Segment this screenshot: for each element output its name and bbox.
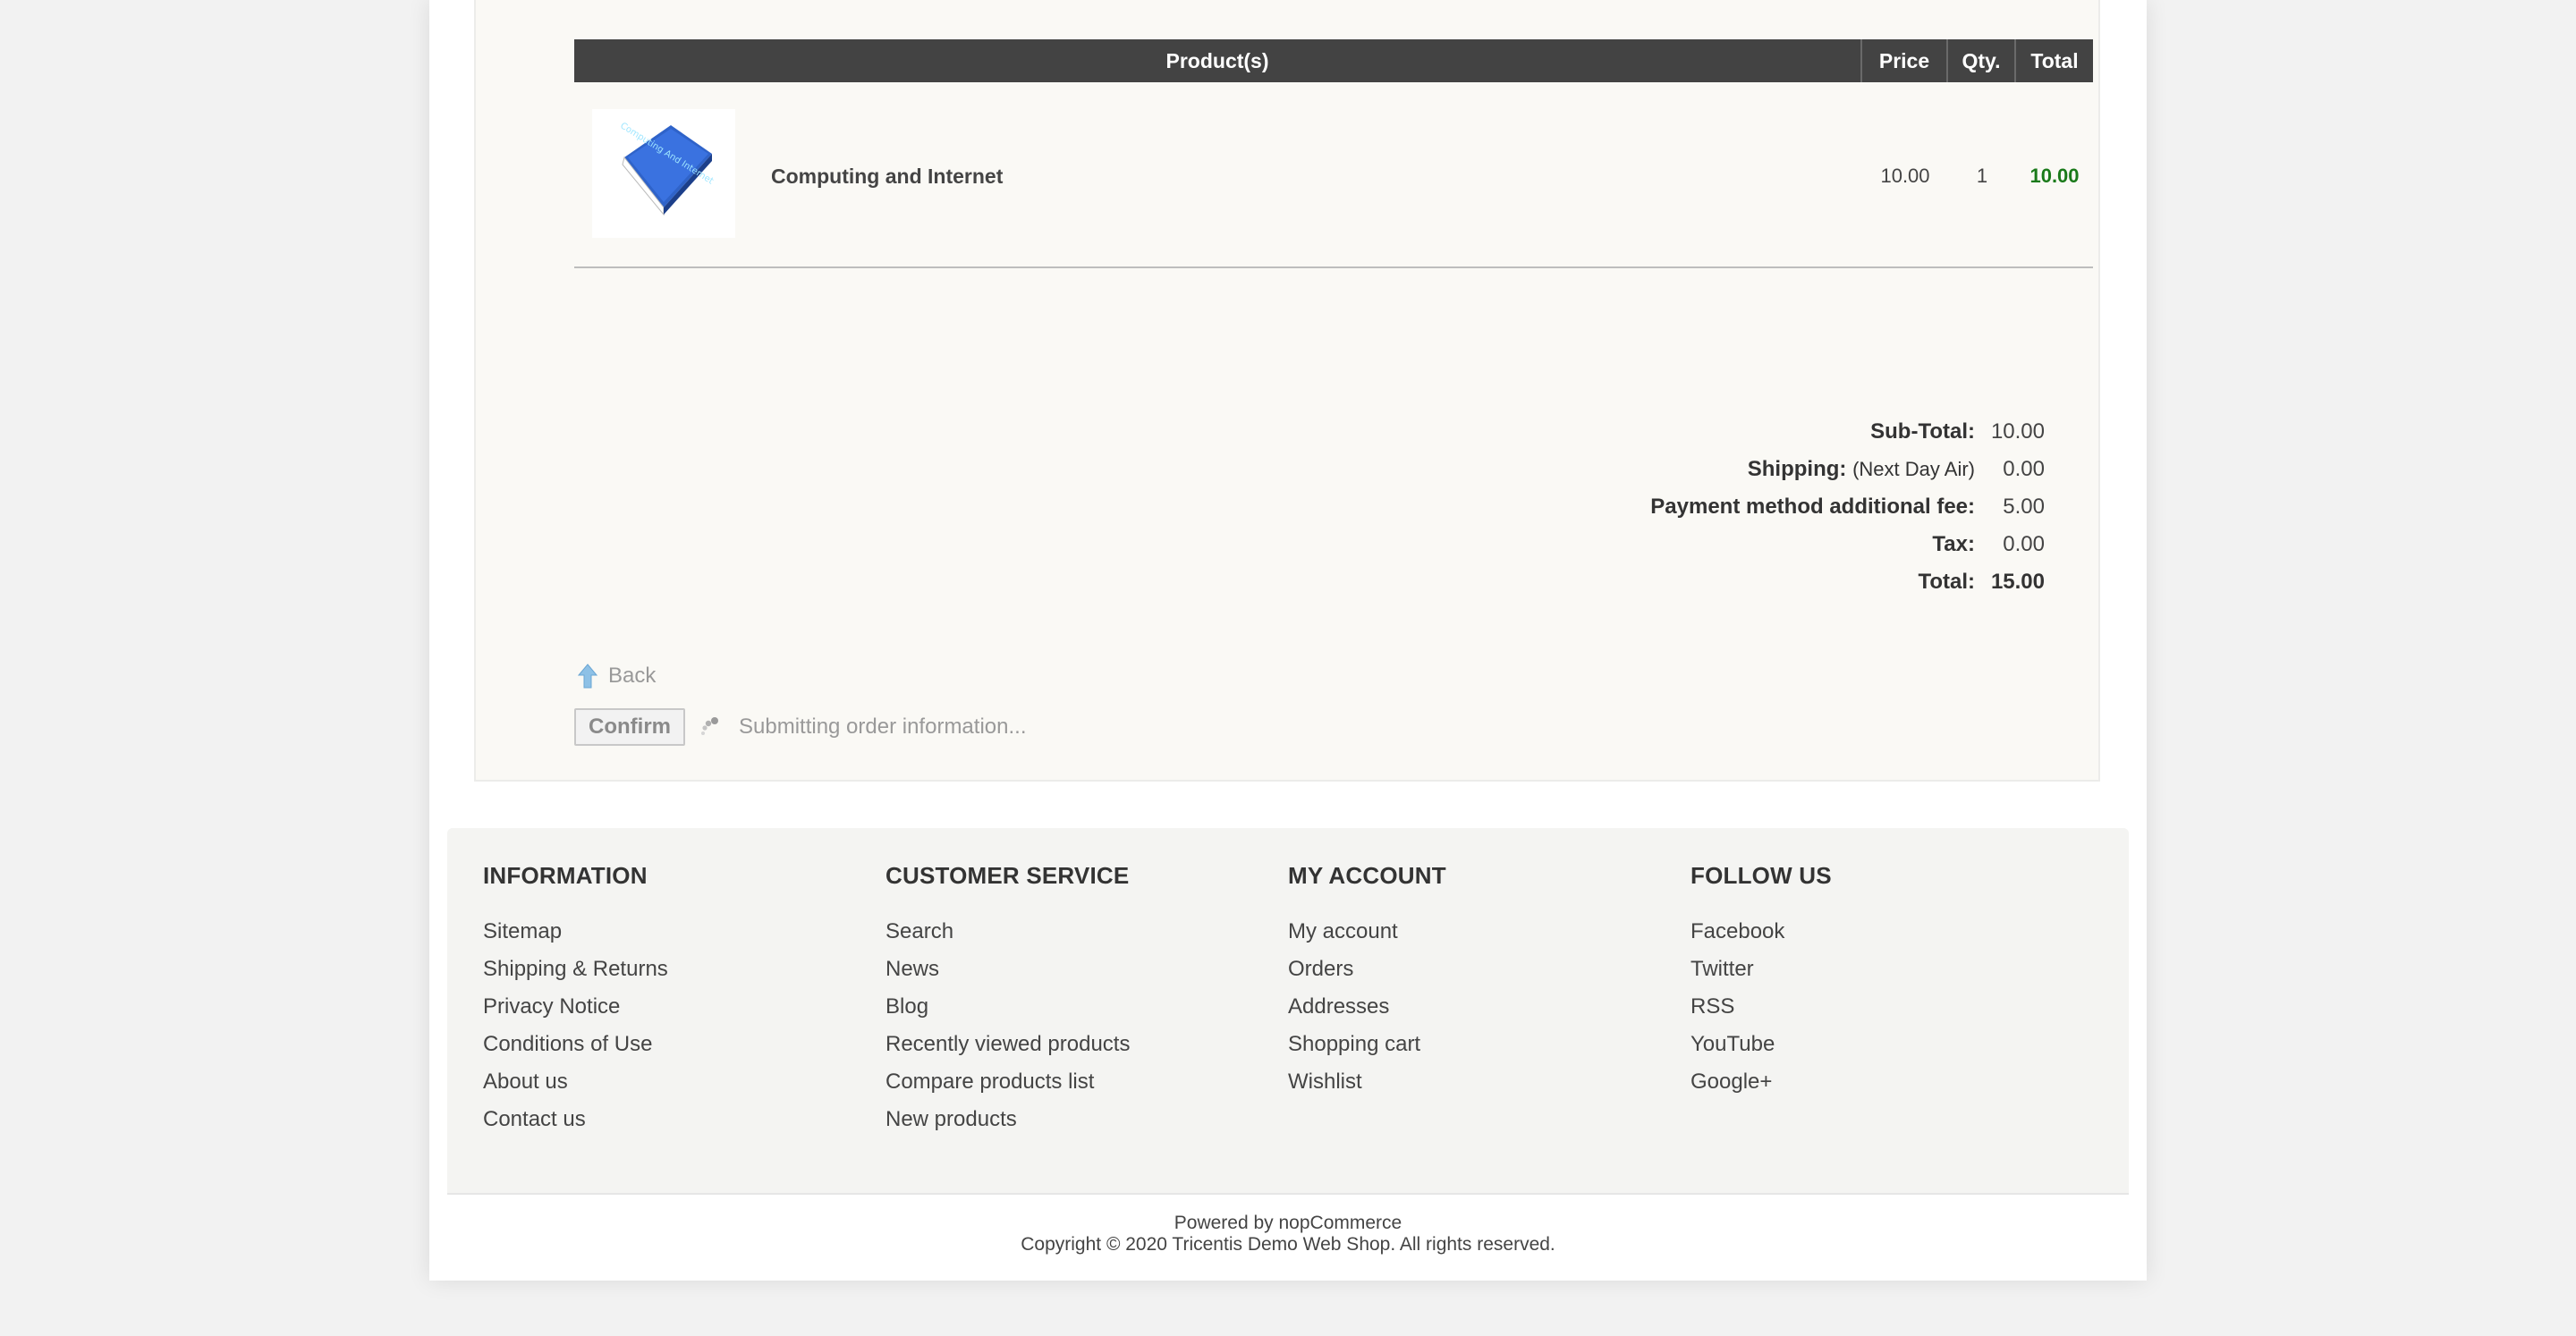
product-total: 10.00	[2029, 165, 2080, 187]
shipping-value: 0.00	[2003, 457, 2045, 481]
footer-link-conditions[interactable]: Conditions of Use	[483, 1026, 668, 1063]
product-price: 10.00	[1880, 165, 1930, 187]
copyright: Copyright © 2020 Tricentis Demo Web Shop…	[1021, 1234, 1555, 1255]
fee-row: Payment method additional fee: 5.00	[1650, 488, 2045, 526]
footer-link-twitter[interactable]: Twitter	[1690, 951, 1832, 988]
footer-heading: MY ACCOUNT	[1288, 862, 1446, 889]
footer-column-information: INFORMATION Sitemap Shipping & Returns P…	[483, 862, 668, 1138]
loading-spinner-icon	[701, 717, 718, 735]
page-container: Product(s) Price Qty. Total Computing An…	[429, 0, 2147, 1281]
tax-row: Tax: 0.00	[1650, 526, 2045, 563]
footer-link-search[interactable]: Search	[886, 913, 1130, 951]
footer-link-wishlist[interactable]: Wishlist	[1288, 1063, 1446, 1101]
footer-link-shopping-cart[interactable]: Shopping cart	[1288, 1026, 1446, 1063]
footer-heading: INFORMATION	[483, 862, 648, 889]
footer-heading: CUSTOMER SERVICE	[886, 862, 1130, 889]
subtotal-label: Sub-Total:	[1870, 419, 1975, 444]
footer-link-shipping-returns[interactable]: Shipping & Returns	[483, 951, 668, 988]
footer-links: INFORMATION Sitemap Shipping & Returns P…	[447, 828, 2129, 1193]
fee-value: 5.00	[2003, 495, 2045, 519]
footer-link-about[interactable]: About us	[483, 1063, 668, 1101]
footer-link-orders[interactable]: Orders	[1288, 951, 1446, 988]
shipping-label: Shipping:	[1747, 457, 1847, 481]
product-qty: 1	[1976, 165, 1988, 187]
cart-row: Computing And Internet Computing and Int…	[574, 91, 2093, 252]
footer-bottom: Powered by nopCommerce Copyright © 2020 …	[447, 1193, 2129, 1281]
order-totals: Sub-Total: 10.00 Shipping: (Next Day Air…	[1650, 413, 2045, 601]
footer-link-contact[interactable]: Contact us	[483, 1101, 668, 1138]
footer-link-google-plus[interactable]: Google+	[1690, 1063, 1832, 1101]
tax-label: Tax:	[1932, 532, 1975, 556]
footer-link-new-products[interactable]: New products	[886, 1101, 1130, 1138]
confirm-area: Confirm Submitting order information...	[574, 708, 1026, 746]
fee-label: Payment method additional fee:	[1650, 495, 1975, 519]
footer-link-my-account[interactable]: My account	[1288, 913, 1446, 951]
book-cover-icon: Computing And Internet	[618, 122, 715, 216]
footer-link-addresses[interactable]: Addresses	[1288, 988, 1446, 1026]
back-label: Back	[608, 664, 657, 688]
footer-heading: FOLLOW US	[1690, 862, 1832, 889]
footer-link-compare[interactable]: Compare products list	[886, 1063, 1130, 1101]
total-value: 15.00	[1990, 570, 2045, 594]
back-link[interactable]: Back	[578, 664, 656, 689]
product-name[interactable]: Computing and Internet	[771, 165, 1003, 189]
order-confirm-panel: Product(s) Price Qty. Total Computing An…	[474, 0, 2100, 782]
up-arrow-icon	[578, 664, 597, 689]
product-thumbnail[interactable]: Computing And Internet	[592, 109, 735, 238]
header-total: Total	[2030, 48, 2079, 72]
footer-link-blog[interactable]: Blog	[886, 988, 1130, 1026]
footer-column-follow-us: FOLLOW US Facebook Twitter RSS YouTube G…	[1690, 862, 1832, 1101]
footer-column-customer-service: CUSTOMER SERVICE Search News Blog Recent…	[886, 862, 1130, 1138]
footer-link-news[interactable]: News	[886, 951, 1130, 988]
footer-column-my-account: MY ACCOUNT My account Orders Addresses S…	[1288, 862, 1446, 1101]
header-products: Product(s)	[574, 39, 1862, 82]
total-row: Total: 15.00	[1650, 563, 2045, 601]
header-qty: Qty.	[1948, 39, 2016, 82]
footer-link-facebook[interactable]: Facebook	[1690, 913, 1832, 951]
confirm-button[interactable]: Confirm	[574, 708, 685, 746]
subtotal-value: 10.00	[1990, 419, 2045, 444]
footer-link-privacy[interactable]: Privacy Notice	[483, 988, 668, 1026]
header-price: Price	[1862, 39, 1948, 82]
footer-link-rss[interactable]: RSS	[1690, 988, 1832, 1026]
shipping-method: (Next Day Air)	[1852, 458, 1975, 480]
submitting-status: Submitting order information...	[739, 715, 1027, 739]
cart-table-header: Product(s) Price Qty. Total	[574, 39, 2093, 82]
footer-link-youtube[interactable]: YouTube	[1690, 1026, 1832, 1063]
cart-divider	[574, 266, 2093, 268]
tax-value: 0.00	[2003, 532, 2045, 556]
footer-link-sitemap[interactable]: Sitemap	[483, 913, 668, 951]
subtotal-row: Sub-Total: 10.00	[1650, 413, 2045, 451]
footer-link-recently-viewed[interactable]: Recently viewed products	[886, 1026, 1130, 1063]
shipping-row: Shipping: (Next Day Air) 0.00	[1650, 451, 2045, 488]
powered-by[interactable]: Powered by nopCommerce	[447, 1213, 2129, 1234]
total-label: Total:	[1918, 570, 1975, 594]
